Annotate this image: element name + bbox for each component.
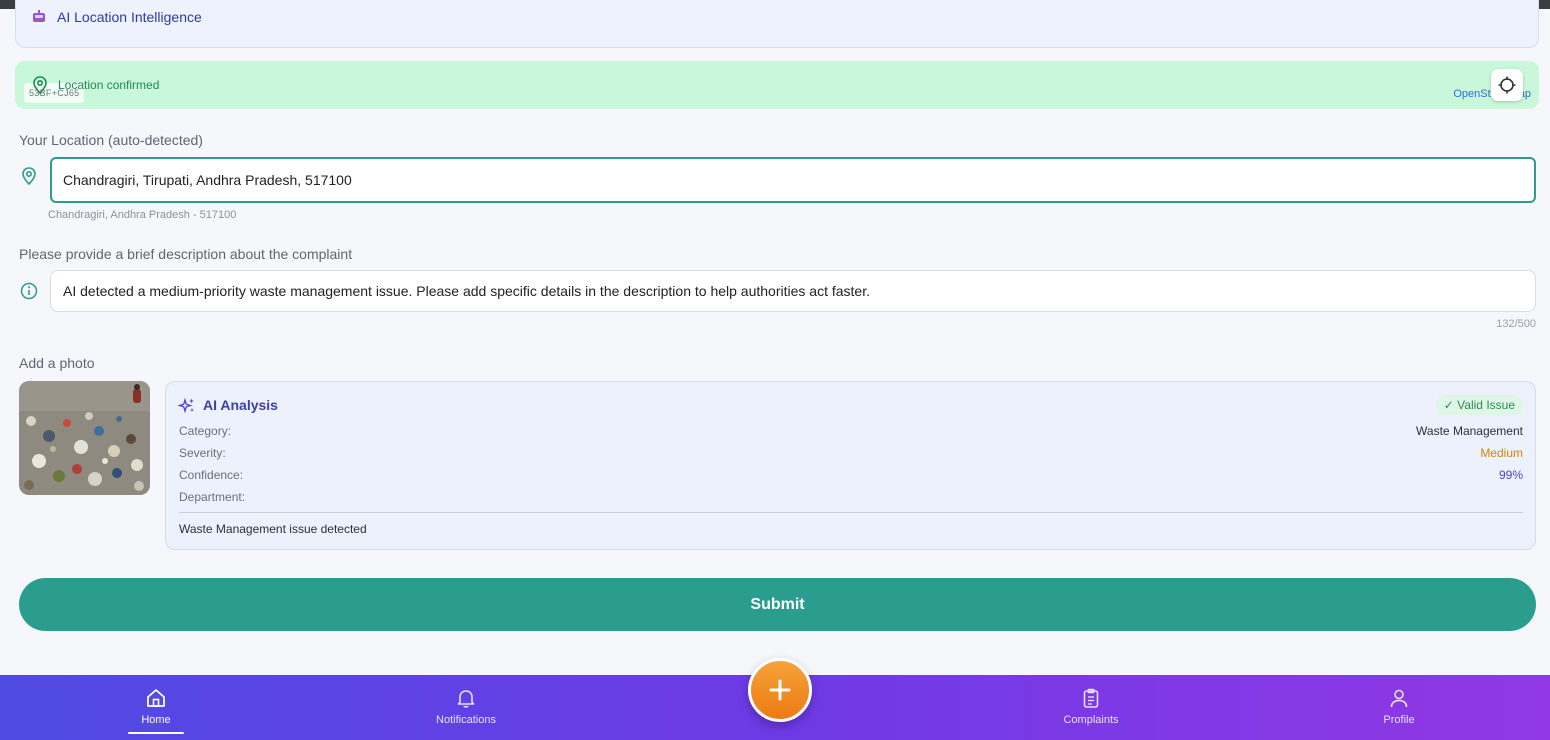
description-input[interactable] [50, 270, 1536, 312]
valid-issue-badge: ✓ Valid Issue [1435, 395, 1523, 415]
analysis-row-category: Category: Waste Management [179, 424, 1523, 440]
character-counter: 132/500 [1496, 318, 1536, 330]
analysis-summary: Waste Management issue detected [179, 522, 367, 536]
analysis-divider [179, 512, 1523, 513]
location-label: Your Location (auto-detected) [19, 132, 203, 148]
analysis-row-confidence: Confidence: 99% [179, 468, 1523, 484]
ai-location-card: AI Location Intelligence [15, 0, 1539, 48]
nav-item-home[interactable]: Home [86, 675, 226, 740]
active-tab-indicator [128, 732, 184, 734]
ai-analysis-card: AI Analysis ✓ Valid Issue Category: Wast… [165, 381, 1536, 550]
location-pin-icon [22, 167, 36, 185]
analysis-row-department: Department: [179, 490, 1523, 506]
locate-me-button[interactable] [1491, 69, 1523, 101]
description-label: Please provide a brief description about… [19, 246, 353, 262]
nav-item-complaints[interactable]: Complaints [1021, 675, 1161, 740]
ai-analysis-title: AI Analysis [203, 397, 278, 413]
robot-icon [33, 10, 45, 22]
waste-photo-image [19, 381, 150, 495]
clipboard-icon [1083, 688, 1099, 708]
sparkles-icon [178, 397, 194, 414]
confidence-value: 99% [1498, 468, 1523, 482]
map-view[interactable]: 53BF+CJ65 Location confirmed OpenStreetM… [15, 61, 1539, 109]
analysis-row-severity: Severity: Medium [179, 446, 1523, 462]
new-complaint-fab[interactable] [748, 658, 812, 722]
submit-button[interactable]: Submit [19, 578, 1536, 631]
category-value: Waste Management [1416, 424, 1523, 438]
category-key: Category: [179, 424, 232, 438]
severity-value: Medium [1480, 446, 1523, 460]
nav-label-home: Home [141, 714, 171, 726]
plus-icon [769, 679, 791, 701]
add-photo-label: Add a photo [19, 355, 95, 371]
nav-label-complaints: Complaints [1063, 714, 1119, 726]
nav-item-notifications[interactable]: Notifications [396, 675, 536, 740]
ai-location-title: AI Location Intelligence [57, 9, 202, 25]
department-key: Department: [179, 490, 246, 504]
nav-label-profile: Profile [1383, 714, 1415, 726]
confidence-key: Confidence: [179, 468, 244, 482]
nav-item-profile[interactable]: Profile [1329, 675, 1469, 740]
location-pin-icon [33, 76, 47, 94]
severity-key: Severity: [179, 446, 226, 460]
location-confirmed-text: Location confirmed [58, 78, 160, 92]
location-subtext: Chandragiri, Andhra Pradesh - 517100 [48, 209, 237, 221]
nav-label-notifications: Notifications [436, 714, 496, 726]
info-icon [20, 282, 38, 300]
user-icon [1390, 689, 1408, 708]
location-input[interactable] [50, 157, 1536, 203]
bell-icon [457, 690, 475, 708]
uploaded-photo-thumbnail[interactable] [19, 381, 150, 495]
home-icon [147, 689, 165, 707]
crosshair-icon [1498, 76, 1516, 94]
